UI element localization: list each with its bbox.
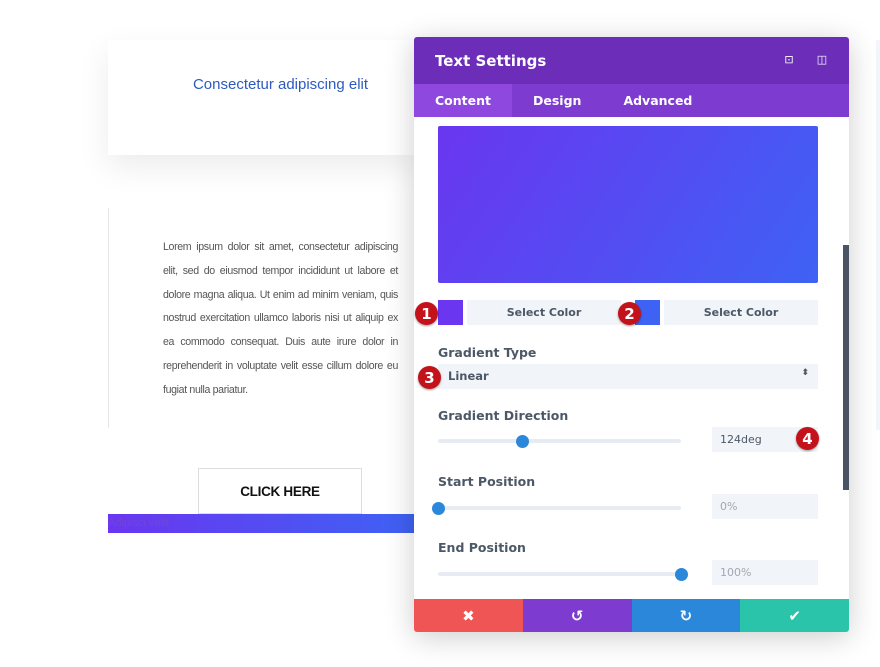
gradient-text-bar: Adipisci velit	[108, 514, 414, 533]
panel-title: Text Settings	[435, 52, 547, 70]
divider	[876, 40, 880, 430]
start-position-label: Start Position	[438, 474, 536, 489]
gradient-type-label: Gradient Type	[438, 345, 537, 360]
body-text: Lorem ipsum dolor sit amet, consectetur …	[163, 236, 398, 403]
undo-button[interactable]: ↺	[522, 599, 632, 632]
redo-button[interactable]: ↻	[631, 599, 741, 632]
text-line: nostrud exercitation ullamco laboris nis…	[163, 312, 398, 325]
end-position-slider[interactable]	[438, 567, 688, 581]
cancel-button[interactable]: ✖	[414, 599, 523, 632]
scrollbar[interactable]	[843, 245, 849, 490]
slider-thumb[interactable]	[515, 434, 529, 448]
end-position-label: End Position	[438, 540, 526, 555]
slider-thumb[interactable]	[675, 567, 688, 581]
select-color-2-button[interactable]: Select Color	[664, 300, 818, 325]
heading-card	[108, 40, 414, 155]
step-badge-3: 3	[418, 366, 441, 389]
color-swatch-1[interactable]	[438, 300, 463, 325]
gradient-direction-slider[interactable]	[438, 434, 681, 448]
text-line: reprehenderit in voluptate velit esse ci…	[163, 359, 398, 372]
divider	[108, 208, 109, 428]
gradient-preview	[438, 126, 818, 283]
save-button[interactable]: ✔	[740, 599, 849, 632]
expand-icon[interactable]: ⊡	[783, 53, 795, 66]
text-line: ea commodo consequat. Duis aute irure do…	[163, 336, 398, 349]
start-position-input[interactable]: 0%	[712, 494, 818, 519]
start-position-slider[interactable]	[432, 501, 681, 515]
text-line: fugiat nulla pariatur.	[163, 383, 248, 396]
sidebar-toggle-icon[interactable]: ◫	[816, 53, 828, 66]
tab-design[interactable]: Design	[512, 84, 602, 117]
gradient-type-select[interactable]: Linear ⬍	[438, 364, 818, 389]
slider-thumb[interactable]	[432, 501, 445, 515]
text-line: dolore magna aliqua. Ut enim ad minim ve…	[163, 288, 398, 301]
text-settings-panel: Text Settings ⊡ ◫ Content Design Advance…	[414, 37, 849, 632]
panel-footer: ✖ ↺ ↻ ✔	[414, 599, 849, 632]
text-line: Lorem ipsum dolor sit amet, consectetur …	[163, 241, 398, 253]
select-color-1-button[interactable]: Select Color	[467, 300, 621, 325]
step-badge-2: 2	[618, 302, 641, 325]
gradient-type-value: Linear	[448, 369, 489, 383]
tab-content[interactable]: Content	[414, 84, 512, 117]
card-title: Consectetur adipiscing elit	[192, 76, 369, 93]
text-line: elit, sed do eiusmod tempor incididunt u…	[163, 264, 398, 277]
step-badge-4: 4	[796, 427, 819, 450]
gradient-direction-label: Gradient Direction	[438, 408, 569, 423]
select-arrows-icon: ⬍	[801, 368, 809, 378]
end-position-input[interactable]: 100%	[712, 560, 818, 585]
tab-bar: Content Design Advanced	[414, 84, 849, 117]
click-here-button[interactable]: CLICK HERE	[198, 468, 362, 514]
tab-advanced[interactable]: Advanced	[602, 84, 713, 117]
step-badge-1: 1	[415, 302, 438, 325]
